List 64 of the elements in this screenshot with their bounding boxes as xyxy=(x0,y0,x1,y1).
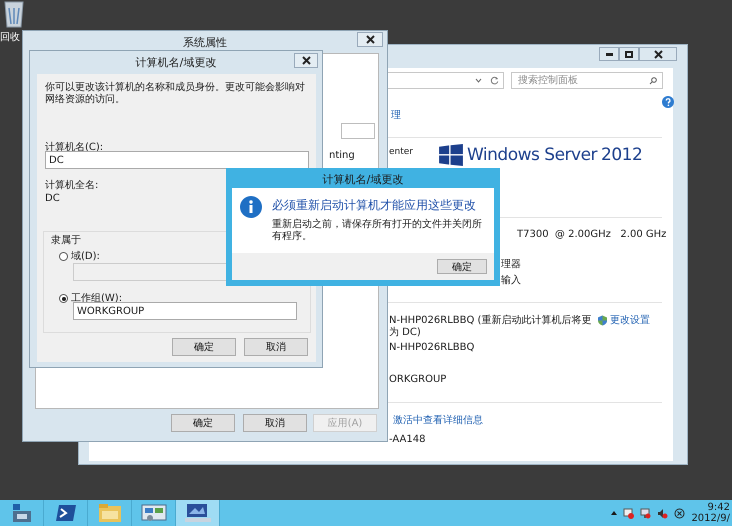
edition-text: enter xyxy=(389,146,414,159)
dialog-button[interactable]: 确定 xyxy=(172,338,236,356)
full-name-value: DC xyxy=(45,192,60,206)
clock-time: 9:42 xyxy=(708,502,730,513)
field-label: 计算机全名: xyxy=(45,178,98,193)
server-icon xyxy=(10,503,32,523)
chevron-up-icon xyxy=(611,511,618,515)
message-body: 重新启动之前，请保存所有打开的文件并关闭所有程序。 xyxy=(272,219,483,243)
computer-name-value: 为 DC) xyxy=(389,326,421,340)
activation-link[interactable]: 激活中查看详细信息 xyxy=(393,413,483,428)
search-field[interactable]: 搜索控制面板 xyxy=(511,72,663,89)
taskbar-button[interactable] xyxy=(176,500,220,526)
power-icon xyxy=(674,508,686,518)
ok-button[interactable]: 确定 xyxy=(437,259,487,274)
folder-icon xyxy=(98,503,122,523)
close-button[interactable] xyxy=(639,47,677,61)
minimize-button[interactable] xyxy=(599,47,619,61)
change-settings-link[interactable]: 更改设置 xyxy=(610,313,650,328)
close-icon xyxy=(302,56,310,65)
computer-name-value: N-HHP026RLBBQ (重新启动此计算机后将更 xyxy=(389,314,592,326)
close-button[interactable] xyxy=(294,53,318,68)
dialog-title: 计算机名/域更改 xyxy=(322,172,404,188)
dialog-title: 系统属性 xyxy=(182,35,228,51)
partial-text: nting xyxy=(329,149,355,163)
radio-button[interactable] xyxy=(59,294,68,303)
close-icon xyxy=(654,50,662,58)
workgroup-value: ORKGROUP xyxy=(389,373,446,387)
recycle-bin-icon xyxy=(3,0,25,28)
description-text: 你可以更改该计算机的名称和成员身份。更改可能会影响对网络资源的访问。 xyxy=(45,82,306,106)
radio-button[interactable] xyxy=(59,252,68,261)
product-id-value: -AA148 xyxy=(389,433,426,447)
search-icon xyxy=(649,77,657,85)
dialog-button[interactable]: 取消 xyxy=(243,414,307,432)
message-heading: 必须重新启动计算机才能应用这些更改 xyxy=(272,197,477,214)
speaker-icon xyxy=(657,508,668,518)
computer-icon xyxy=(184,502,212,524)
computer-name-field[interactable]: DC xyxy=(45,151,309,169)
close-button[interactable] xyxy=(357,32,383,47)
info-icon xyxy=(240,196,262,218)
full-name-value: N-HHP026RLBBQ xyxy=(389,341,474,355)
clock-date: 2012/9/ xyxy=(691,513,730,524)
text-field[interactable]: WORKGROUP xyxy=(73,302,297,320)
dialog-button[interactable]: 确定 xyxy=(171,414,235,432)
processor-value: T7300 @ 2.00GHz 2.00 GHz xyxy=(517,228,666,242)
info-label: 输入 xyxy=(501,274,521,288)
desktop-icon-label: 回收 xyxy=(0,33,20,43)
maximize-button[interactable] xyxy=(619,47,639,61)
dialog-title: 计算机名/域更改 xyxy=(134,55,218,71)
refresh-icon xyxy=(490,76,499,85)
radio-label: 域(D): xyxy=(71,250,100,264)
terminal-icon xyxy=(54,504,76,522)
nav-link[interactable]: 理 xyxy=(391,108,401,123)
minimize-icon xyxy=(606,52,612,56)
chevron-down-icon xyxy=(475,78,482,83)
network-icon xyxy=(640,508,652,518)
close-icon xyxy=(366,35,374,44)
shield-icon xyxy=(597,315,608,326)
control-panel-icon xyxy=(140,503,166,523)
maximize-icon xyxy=(625,50,633,58)
windows-logo-icon xyxy=(439,144,463,166)
dialog-button[interactable]: 取消 xyxy=(244,338,308,356)
windows-server-logo: Windows Server 2012 xyxy=(439,144,642,166)
text-field[interactable] xyxy=(341,123,375,139)
info-label: 理器 xyxy=(501,258,521,272)
